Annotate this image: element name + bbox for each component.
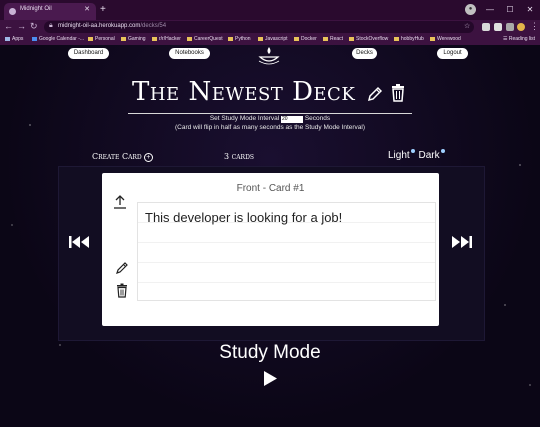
interval-input[interactable] [281,115,304,123]
bookmark-hobbyhub[interactable]: hobbyHub [394,36,424,42]
interval-unit: Seconds [304,115,331,122]
page-title: The Newest Deck [132,77,356,107]
favicon-icon [9,8,16,15]
nav-dashboard-button[interactable]: Dashboard [68,48,109,59]
nav-notebooks-button[interactable]: Notebooks [169,48,210,59]
interval-note: (Card will flip in half as many seconds … [174,123,366,131]
new-tab-icon[interactable]: + [100,4,106,15]
minimize-icon[interactable]: — [480,0,500,20]
card-text: This developer is looking for a job! [145,210,343,225]
avatar[interactable] [517,23,525,31]
tab-title: Midnight Oil [20,6,52,12]
reading-list[interactable]: ☰ Reading list [503,36,535,42]
nav-decks-button[interactable]: Decks [352,48,377,59]
bookmark-python[interactable]: Python [228,36,251,42]
title-divider [128,113,412,114]
study-interval-setting: Set Study Mode Interval Seconds (Card wi… [0,115,540,131]
browser-tab-bar: Midnight Oil ✕ + ● — ☐ ✕ [0,0,540,20]
extension-icon[interactable] [482,23,490,31]
puzzle-icon[interactable] [494,23,502,31]
media-icon[interactable] [506,23,514,31]
browser-tab[interactable]: Midnight Oil ✕ [4,3,96,20]
bookmark-react[interactable]: React [323,36,343,42]
back-icon[interactable]: ← [4,21,13,31]
bookmark-apps[interactable]: Apps [5,36,23,42]
bookmark-calendar[interactable]: Google Calendar -... [32,36,84,42]
bookmark-javascript[interactable]: Javascript [258,36,288,42]
create-card-label: Create Card [92,152,142,161]
next-card-icon[interactable] [452,236,472,248]
create-card-button[interactable]: Create Card + [92,152,153,162]
flashcard[interactable]: Front - Card #1 This developer is lookin… [102,173,439,326]
bookmark-gaming[interactable]: Gaming [121,36,146,42]
study-mode-title: Study Mode [219,342,321,363]
upload-icon[interactable] [114,195,126,209]
bookmark-werewood[interactable]: Werewood [430,36,461,42]
previous-card-icon[interactable] [69,236,89,248]
delete-deck-icon[interactable] [390,83,406,102]
theme-light-option[interactable]: Light [388,150,410,161]
url-host: midnight-oil-aa.herokuapp.com [58,23,141,29]
bookmark-careerquest[interactable]: CareerQuest [187,36,223,42]
dark-radio[interactable] [440,149,445,153]
theme-toggle: Light Dark [388,149,446,161]
lock-icon: 🔒︎ [49,22,53,29]
theme-dark-option[interactable]: Dark [418,150,439,161]
menu-icon[interactable]: ⋮ [530,21,539,32]
forward-icon[interactable]: → [17,21,26,31]
card-count: 3 cards [224,152,254,161]
nav-logout-button[interactable]: Logout [437,48,468,59]
bookmark-rhacker[interactable]: r/r/Hacker [152,36,181,42]
bookmark-stockoverflow[interactable]: StockOverflow [349,36,388,42]
bookmark-docker[interactable]: Docker [294,36,317,42]
light-radio[interactable] [410,149,415,153]
close-tab-icon[interactable]: ✕ [84,5,90,13]
browser-toolbar: ← → ↻ 🔒︎ midnight-oil-aa.herokuapp.com/d… [0,20,540,34]
close-window-icon[interactable]: ✕ [520,0,540,20]
url-path: /decks/54 [140,23,167,29]
edit-deck-icon[interactable] [366,85,384,103]
card-header: Front - Card #1 [236,183,305,194]
play-icon[interactable] [263,370,278,387]
star-icon[interactable]: ☆ [464,22,470,30]
reload-icon[interactable]: ↻ [30,21,38,32]
bookmarks-bar: Apps Google Calendar -... Personal Gamin… [0,34,540,45]
profile-icon[interactable]: ● [465,4,476,15]
page: Dashboard Notebooks Decks Logout The New… [0,45,540,427]
card-content: This developer is looking for a job! [137,202,436,301]
address-bar[interactable]: 🔒︎ midnight-oil-aa.herokuapp.com/decks/5… [44,21,474,33]
oil-lamp-logo-icon[interactable] [256,45,282,67]
edit-card-icon[interactable] [115,261,129,275]
maximize-icon[interactable]: ☐ [500,0,520,20]
interval-label: Set Study Mode Interval [209,115,280,122]
bookmark-personal[interactable]: Personal [88,36,115,42]
plus-circle-icon: + [143,153,153,162]
delete-card-icon[interactable] [116,283,128,298]
